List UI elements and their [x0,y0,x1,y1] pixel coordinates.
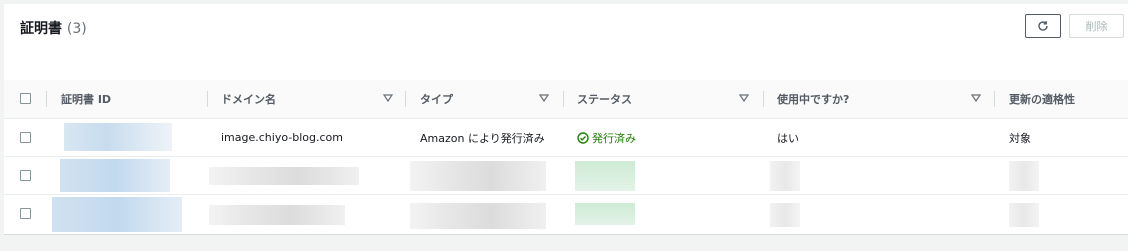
column-separator [46,91,47,107]
row-checkbox[interactable] [20,208,31,219]
delete-button[interactable]: 削除 [1069,14,1124,38]
panel-header: 証明書 (3) 削除 [4,4,1128,81]
certificate-id-link-redacted[interactable] [60,159,170,192]
table-row[interactable]: image.chiyo-blog.com Amazon により発行済み 発行済み… [4,119,1128,157]
column-separator [405,91,406,107]
status-redacted [575,203,635,225]
refresh-button[interactable] [1025,14,1061,38]
certificates-table: 証明書 ID ドメイン名 タイプ ステータス 使用中ですか? 更新の適格性 im… [4,80,1128,232]
column-header-certificate-id[interactable]: 証明書 ID [61,80,111,118]
sort-caret-down-icon[interactable] [970,92,982,104]
check-circle-icon [577,131,589,144]
column-separator [563,91,564,107]
cell-type: Amazon により発行済み [420,131,545,145]
type-redacted [410,203,546,229]
sort-caret-down-icon[interactable] [538,92,550,104]
row-checkbox[interactable] [20,170,31,181]
renewal-redacted [1009,161,1039,191]
panel-title: 証明書 (3) [20,18,87,38]
select-all-checkbox[interactable] [20,93,31,104]
status-redacted [575,161,635,191]
domain-redacted [209,167,359,185]
column-header-domain[interactable]: ドメイン名 [221,80,276,118]
domain-redacted [209,205,345,225]
cell-in-use: はい [777,131,799,145]
column-header-renewal[interactable]: 更新の適格性 [1009,80,1075,118]
table-header-row: 証明書 ID ドメイン名 タイプ ステータス 使用中ですか? 更新の適格性 [4,80,1128,119]
cell-status: 発行済み [577,119,636,156]
cell-domain: image.chiyo-blog.com [221,131,343,144]
status-text: 発行済み [592,131,636,145]
renewal-redacted [1009,203,1039,227]
table-row[interactable] [4,195,1128,232]
column-separator [763,91,764,107]
refresh-icon [1038,21,1048,31]
in-use-redacted [770,161,800,191]
column-header-in-use[interactable]: 使用中ですか? [777,80,849,118]
certificates-panel: 証明書 (3) 削除 証明書 ID ドメイン名 タイプ ステータス 使用中ですか… [4,4,1128,235]
certificate-id-link-redacted[interactable] [64,123,172,151]
sort-caret-down-icon[interactable] [738,92,750,104]
column-separator [994,91,995,107]
row-checkbox[interactable] [20,132,31,143]
column-separator [207,91,208,107]
type-redacted [410,161,546,191]
panel-title-text: 証明書 [20,21,62,37]
sort-caret-down-icon[interactable] [382,92,394,104]
certificate-id-link-redacted[interactable] [52,197,182,232]
panel-title-count: (3) [66,21,87,37]
table-row[interactable] [4,157,1128,195]
cell-renewal: 対象 [1009,131,1031,145]
in-use-redacted [770,203,800,227]
column-header-type[interactable]: タイプ [420,80,453,118]
column-header-status[interactable]: ステータス [577,80,632,118]
